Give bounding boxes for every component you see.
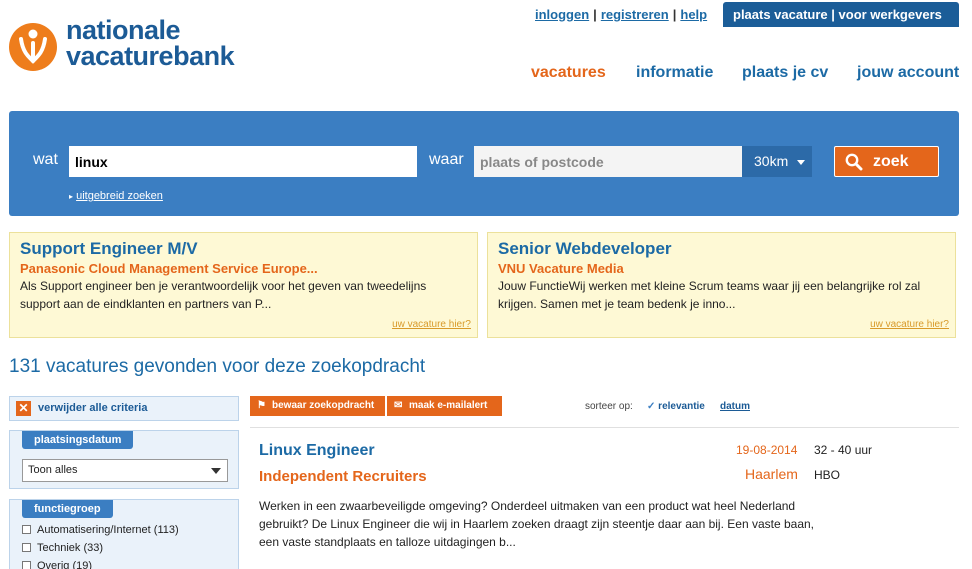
job-date: 19-08-2014 bbox=[736, 443, 798, 457]
filter-option-label: Overig (19) bbox=[37, 560, 93, 569]
envelope-icon: ✉ bbox=[394, 400, 403, 411]
separator: | bbox=[672, 7, 677, 22]
chevron-down-icon bbox=[797, 160, 805, 165]
sort-relevance[interactable]: ✓ relevantie bbox=[647, 401, 705, 412]
nav-jouw-account[interactable]: jouw account bbox=[857, 64, 959, 82]
featured-description: Als Support engineer ben je verantwoorde… bbox=[20, 279, 427, 311]
job-city: Haarlem bbox=[745, 466, 798, 482]
filter-option[interactable]: Automatisering/Internet (113) bbox=[22, 524, 179, 536]
what-input[interactable] bbox=[69, 146, 417, 177]
pin-icon: ⚑ bbox=[257, 400, 266, 411]
checkbox[interactable] bbox=[22, 543, 31, 552]
featured-description: Jouw FunctieWij werken met kleine Scrum … bbox=[498, 279, 921, 311]
sort-label: sorteer op: bbox=[585, 401, 633, 412]
chevron-right-icon: ❯ bbox=[736, 32, 747, 47]
nav-plaats-cv[interactable]: plaats je cv bbox=[742, 64, 828, 82]
checkbox[interactable] bbox=[22, 525, 31, 534]
date-filter-heading: plaatsingsdatum bbox=[22, 431, 134, 449]
featured-ad-link[interactable]: uw vacature hier? bbox=[870, 319, 949, 330]
radius-select[interactable]: 30km bbox=[742, 146, 812, 177]
advanced-search[interactable]: ▸ uitgebreid zoeken bbox=[69, 190, 163, 202]
logo-line-2: vacaturebank bbox=[66, 41, 235, 71]
job-company: Independent Recruiters bbox=[259, 468, 427, 485]
nav-vacatures[interactable]: vacatures bbox=[531, 64, 606, 82]
featured-vacancy: Support Engineer M/V Panasonic Cloud Man… bbox=[9, 232, 478, 338]
remove-criteria-label: verwijder alle criteria bbox=[38, 402, 148, 414]
featured-ad-link[interactable]: uw vacature hier? bbox=[392, 319, 471, 330]
employer-button[interactable]: plaats vacature | voor werkgevers ❯ bbox=[723, 2, 959, 47]
function-filter-heading: functiegroep bbox=[22, 500, 113, 518]
what-label: wat bbox=[33, 151, 58, 168]
where-label: waar bbox=[429, 151, 464, 168]
date-filter-select[interactable]: Toon alles bbox=[22, 459, 228, 482]
logo-wordmark[interactable]: nationale vacaturebank bbox=[66, 15, 235, 71]
search-icon bbox=[845, 153, 863, 171]
login-link[interactable]: inloggen bbox=[535, 7, 589, 22]
save-search-button[interactable]: ⚑ bewaar zoekopdracht bbox=[250, 396, 385, 416]
separator: | bbox=[593, 7, 597, 22]
employer-button-label: plaats vacature | voor werkgevers bbox=[733, 7, 942, 22]
help-link[interactable]: help bbox=[680, 7, 707, 22]
job-hours: 32 - 40 uur bbox=[814, 443, 873, 457]
filter-option-label: Techniek (33) bbox=[37, 542, 104, 554]
date-filter-panel: plaatsingsdatum Toon alles bbox=[9, 430, 239, 489]
chevron-down-icon bbox=[211, 468, 221, 474]
filter-option[interactable]: Techniek (33) bbox=[22, 542, 103, 554]
chevron-right-icon: ▸ bbox=[69, 192, 74, 201]
top-links: inloggen | registreren | help bbox=[535, 7, 707, 22]
radius-value: 30km bbox=[754, 153, 789, 169]
remove-criteria-button[interactable]: ✕ verwijder alle criteria bbox=[9, 396, 239, 421]
check-icon: ✓ bbox=[647, 401, 656, 412]
featured-title[interactable]: Senior Webdeveloper bbox=[498, 239, 672, 259]
email-alert-label: maak e-mailalert bbox=[409, 400, 488, 411]
filter-option[interactable]: Overig (19) bbox=[22, 560, 92, 569]
featured-company: Panasonic Cloud Management Service Europ… bbox=[20, 261, 318, 276]
search-button[interactable]: zoek bbox=[834, 146, 939, 177]
sort-date[interactable]: datum bbox=[720, 401, 750, 412]
job-title[interactable]: Linux Engineer bbox=[259, 442, 375, 460]
logo-line-1: nationale bbox=[66, 15, 181, 45]
nav-informatie[interactable]: informatie bbox=[636, 64, 713, 82]
date-filter-value: Toon alles bbox=[28, 464, 78, 476]
register-link[interactable]: registreren bbox=[601, 7, 669, 22]
job-description: Werken in een zwaarbeveiligde omgeving? … bbox=[259, 499, 814, 549]
checkbox[interactable] bbox=[22, 561, 31, 569]
save-search-label: bewaar zoekopdracht bbox=[272, 400, 375, 411]
filter-option-label: Automatisering/Internet (113) bbox=[37, 524, 179, 536]
search-button-label: zoek bbox=[873, 153, 909, 170]
result-count: 131 vacatures gevonden voor deze zoekopd… bbox=[9, 356, 426, 377]
divider bbox=[250, 427, 959, 428]
logo-icon[interactable] bbox=[9, 23, 57, 71]
featured-vacancy: Senior Webdeveloper VNU Vacature Media J… bbox=[487, 232, 956, 338]
featured-title[interactable]: Support Engineer M/V bbox=[20, 239, 198, 259]
close-icon: ✕ bbox=[16, 401, 31, 416]
advanced-search-link[interactable]: uitgebreid zoeken bbox=[76, 190, 163, 202]
function-filter-panel: functiegroep Automatisering/Internet (11… bbox=[9, 499, 239, 569]
featured-company: VNU Vacature Media bbox=[498, 261, 624, 276]
email-alert-button[interactable]: ✉ maak e-mailalert bbox=[387, 396, 502, 416]
where-input[interactable] bbox=[474, 146, 742, 177]
sort-relevance-label: relevantie bbox=[658, 401, 705, 412]
job-education: HBO bbox=[814, 468, 841, 482]
